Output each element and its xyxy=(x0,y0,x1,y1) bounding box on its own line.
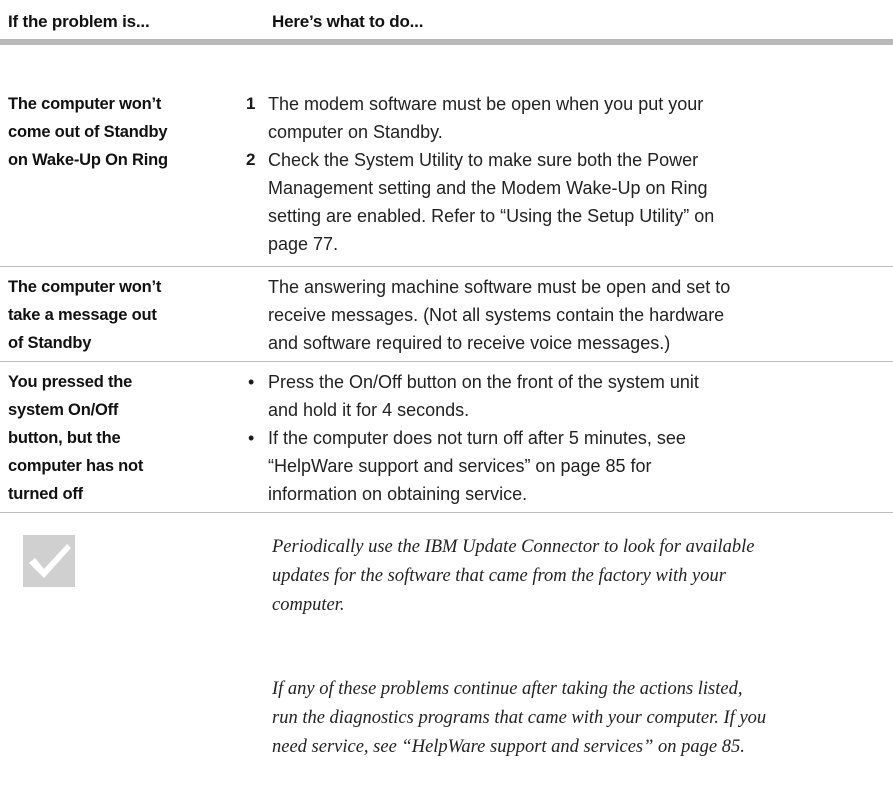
header-divider xyxy=(0,39,893,45)
text-line: The answering machine software must be o… xyxy=(268,277,731,297)
problem-onoff-button: You pressed the system On/Off button, bu… xyxy=(8,368,238,508)
problem-line: system On/Off xyxy=(8,401,119,419)
problem-line: The computer won’t xyxy=(8,278,162,296)
text-line: Management setting and the Modem Wake-Up… xyxy=(268,178,708,198)
problem-standby-wake-up: The computer won’t come out of Standby o… xyxy=(8,90,238,174)
bullet-2: • If the computer does not turn off afte… xyxy=(248,424,888,508)
row-divider xyxy=(0,266,893,267)
problem-line: button, but the xyxy=(8,429,121,447)
text-line: need service, see “HelpWare support and … xyxy=(272,737,745,757)
text-line: Press the On/Off button on the front of … xyxy=(268,372,699,392)
step-text: The modem software must be open when you… xyxy=(268,90,886,146)
text-line: receive messages. (Not all systems conta… xyxy=(268,305,725,325)
step-2: 2 Check the System Utility to make sure … xyxy=(246,146,886,258)
problem-line: of Standby xyxy=(8,334,92,352)
row-divider xyxy=(0,512,893,513)
problem-line: take a message out xyxy=(8,306,157,324)
text-line: computer. xyxy=(272,595,345,615)
text-line: computer on Standby. xyxy=(268,122,443,142)
problem-line: The computer won’t xyxy=(8,95,162,113)
text-line: If the computer does not turn off after … xyxy=(268,428,686,448)
text-line: Periodically use the IBM Update Connecto… xyxy=(272,537,755,557)
bullet-text: Press the On/Off button on the front of … xyxy=(268,368,886,424)
problem-line: come out of Standby xyxy=(8,123,168,141)
solution-message-standby: The answering machine software must be o… xyxy=(268,273,886,357)
step-1: 1 The modem software must be open when y… xyxy=(246,90,886,146)
bullet-mark: • xyxy=(248,428,255,448)
bullet-text: If the computer does not turn off after … xyxy=(268,424,886,508)
text-line: updates for the software that came from … xyxy=(272,566,726,586)
text-line: “HelpWare support and services” on page … xyxy=(268,456,652,476)
row-divider xyxy=(0,361,893,362)
text-line: page 77. xyxy=(268,234,339,254)
text-line: If any of these problems continue after … xyxy=(272,679,743,699)
step-number: 1 xyxy=(246,94,256,113)
step-text: Check the System Utility to make sure bo… xyxy=(268,146,886,258)
text-line: and software required to receive voice m… xyxy=(268,333,671,353)
text-line: The modem software must be open when you… xyxy=(268,94,704,114)
text-line: setting are enabled. Refer to “Using the… xyxy=(268,206,715,226)
header-action: Here’s what to do... xyxy=(272,12,424,31)
problem-message-standby: The computer won’t take a message out of… xyxy=(8,273,238,357)
text-line: information on obtaining service. xyxy=(268,484,528,504)
text-line: and hold it for 4 seconds. xyxy=(268,400,470,420)
header-problem: If the problem is... xyxy=(8,12,150,31)
bullet-mark: • xyxy=(248,372,255,392)
problem-line: You pressed the xyxy=(8,373,133,391)
table-header: If the problem is... Here’s what to do..… xyxy=(0,0,893,46)
problem-line: on Wake-Up On Ring xyxy=(8,151,168,169)
problem-line: turned off xyxy=(8,485,83,503)
problem-line: computer has not xyxy=(8,457,144,475)
checkmark-icon xyxy=(23,535,75,587)
tip-diagnostics: If any of these problems continue after … xyxy=(272,675,882,762)
text-line: run the diagnostics programs that came w… xyxy=(272,708,767,728)
bullet-1: • Press the On/Off button on the front o… xyxy=(248,368,888,424)
step-number: 2 xyxy=(246,150,256,169)
text-line: Check the System Utility to make sure bo… xyxy=(268,150,699,170)
tip-update-connector: Periodically use the IBM Update Connecto… xyxy=(272,533,882,620)
